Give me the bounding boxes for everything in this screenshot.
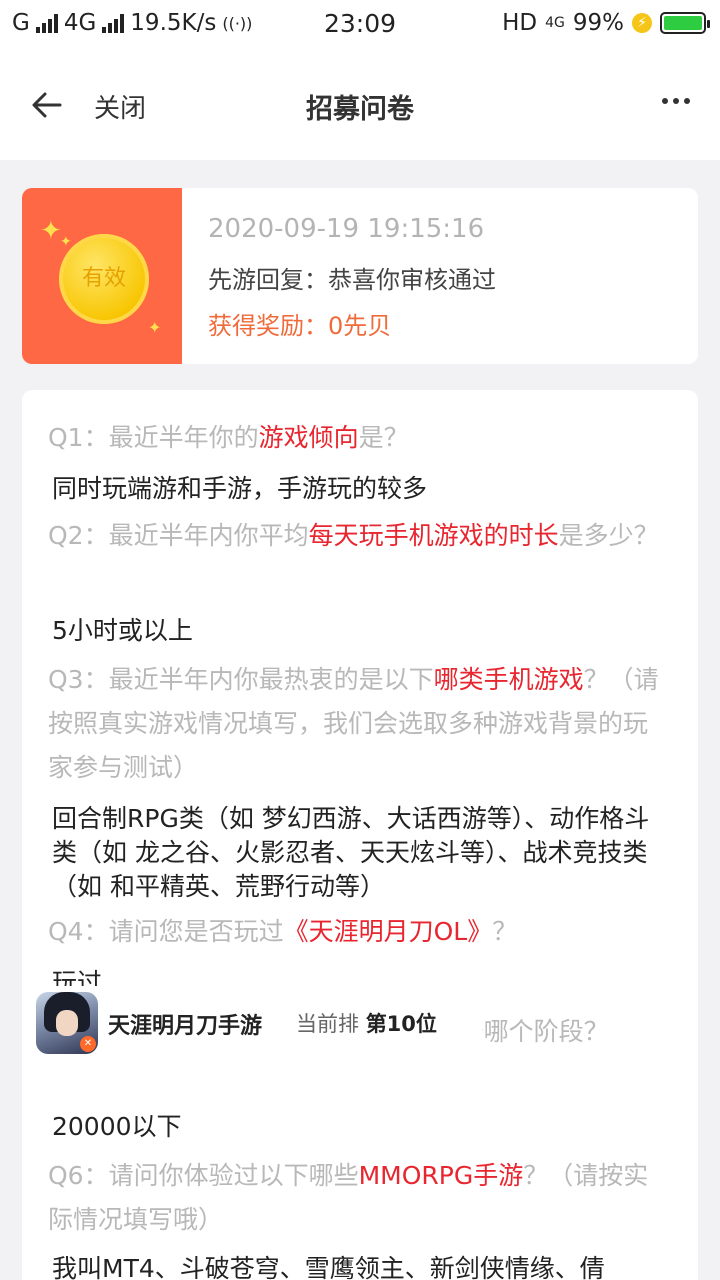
question-highlight: MMORPG手游	[358, 1161, 524, 1190]
hd-label: HD	[502, 10, 538, 36]
question-prefix: Q2：最近半年内你平均	[48, 521, 309, 550]
question-suffix: ？	[492, 917, 518, 946]
questionnaire-card: Q1：最近半年你的游戏倾向是？ 同时玩端游和手游，手游玩的较多 Q2：最近半年内…	[22, 390, 698, 1280]
status-bar: G 4G 19.5K/s ((·)) 23:09 HD 4G 99% ⚡	[0, 0, 720, 50]
question-prefix: Q4：请问您是否玩过	[48, 917, 284, 946]
submission-timestamp: 2020-09-19 19:15:16	[208, 214, 485, 244]
nav-bar: 关闭 招募问卷	[0, 50, 720, 160]
answer-text: 回合制RPG类（如 梦幻西游、大话西游等）、动作格斗类（如 龙之谷、火影忍者、天…	[52, 804, 650, 901]
battery-fill	[664, 16, 702, 30]
game-name: 天涯明月刀手游	[108, 1014, 263, 1039]
game-rank: 当前排 第10位	[296, 1008, 437, 1038]
question-suffix: 是多少？	[558, 521, 659, 550]
rank-value: 第10位	[365, 1012, 437, 1036]
question-text: Q2：最近半年内你平均每天玩手机游戏的时长是多少？	[48, 514, 672, 558]
status-right: HD 4G 99% ⚡	[502, 10, 710, 36]
page-title: 招募问卷	[306, 94, 414, 125]
answer-text: 我叫MT4、斗破苍穹、雪鹰领主、新剑侠情缘、倩	[52, 1254, 605, 1280]
valid-badge-panel: ✦ ✦ ✦ 有效	[22, 188, 182, 364]
question-suffix: 是？	[358, 423, 409, 452]
battery-percent: 99%	[572, 10, 624, 36]
question-text: Q6：请问你体验过以下哪些MMORPG手游？（请按实际情况填写哦）	[48, 1154, 672, 1242]
answer-text: 同时玩端游和手游，手游玩的较多	[52, 474, 428, 503]
reward-text: 获得奖励：0先贝	[208, 312, 392, 340]
question-prefix: Q6：请问你体验过以下哪些	[48, 1161, 359, 1190]
question-prefix: Q1：最近半年你的	[48, 423, 259, 452]
sparkle-icon: ✦	[40, 216, 62, 246]
question-text: Q3：最近半年内你最热衷的是以下哪类手机游戏？（请按照真实游戏情况填写，我们会选…	[48, 658, 672, 790]
question-highlight: 每天玩手机游戏的时长	[308, 521, 559, 550]
question-highlight: 哪类手机游戏	[433, 665, 584, 694]
review-reply: 先游回复：恭喜你审核通过	[208, 266, 496, 294]
game-rank-banner[interactable]: ✕ 天涯明月刀手游 当前排 第10位	[22, 986, 482, 1062]
battery-icon	[660, 12, 710, 34]
answer-text: 5小时或以上	[52, 616, 193, 645]
rank-prefix: 当前排	[296, 1012, 359, 1036]
charging-icon: ⚡	[632, 13, 652, 33]
network-label-2: 4G	[545, 15, 565, 31]
valid-coin-badge: 有效	[59, 234, 149, 324]
question-text: Q1：最近半年你的游戏倾向是？	[48, 416, 672, 460]
question-text: Q4：请问您是否玩过《天涯明月刀OL》？	[48, 910, 672, 954]
answer-text: 20000以下	[52, 1112, 182, 1141]
review-result-card: ✦ ✦ ✦ 有效 2020-09-19 19:15:16 先游回复：恭喜你审核通…	[22, 188, 698, 364]
sparkle-icon: ✦	[148, 318, 162, 337]
game-app-icon: ✕	[36, 992, 98, 1054]
question-highlight: 游戏倾向	[258, 423, 359, 452]
more-options-icon[interactable]	[662, 98, 690, 104]
question-prefix: Q3：最近半年内你最热衷的是以下	[48, 665, 434, 694]
question-highlight: 《天涯明月刀OL》	[283, 917, 493, 946]
